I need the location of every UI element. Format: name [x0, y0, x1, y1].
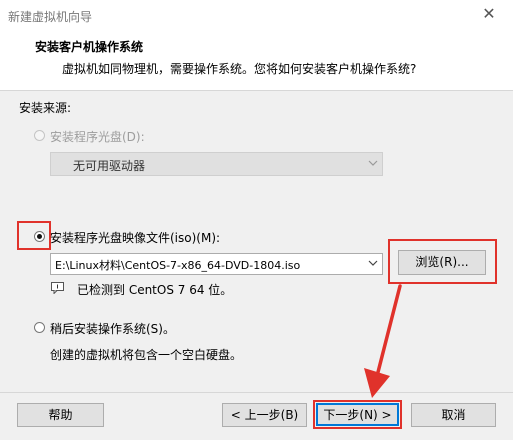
cancel-button[interactable]: 取消 [411, 403, 496, 427]
option-later-label: 稍后安装操作系统(S)。 [50, 322, 175, 336]
browse-button[interactable]: 浏览(R)... [398, 250, 486, 275]
radio-iso-image[interactable] [34, 231, 45, 242]
close-icon[interactable]: ✕ [478, 3, 500, 25]
help-button[interactable]: 帮助 [17, 403, 104, 427]
option-iso-label: 安装程序光盘映像文件(iso)(M): [50, 231, 221, 245]
page-subtitle: 虚拟机如同物理机，需要操作系统。您将如何安装客户机操作系统? [62, 62, 417, 76]
later-description: 创建的虚拟机将包含一个空白硬盘。 [50, 348, 243, 362]
iso-path-value: E:\Linux材料\CentOS-7-x86_64-DVD-1804.iso [55, 259, 301, 272]
page-title: 安装客户机操作系统 [35, 40, 144, 54]
iso-path-select[interactable]: E:\Linux材料\CentOS-7-x86_64-DVD-1804.iso [50, 253, 383, 275]
annotation-arrow-icon [364, 284, 402, 398]
radio-installer-disc[interactable] [34, 130, 45, 141]
source-label: 安装来源: [19, 101, 72, 115]
next-button[interactable]: 下一步(N) > [316, 403, 399, 426]
drive-select[interactable]: 无可用驱动器 [50, 152, 383, 176]
detect-message: 已检测到 CentOS 7 64 位。 [77, 283, 233, 297]
chevron-down-icon [368, 158, 378, 168]
drive-select-value: 无可用驱动器 [73, 159, 146, 173]
info-icon [51, 282, 65, 295]
radio-install-later[interactable] [34, 322, 45, 333]
chevron-down-icon [368, 258, 378, 268]
option-disc-label: 安装程序光盘(D): [50, 130, 145, 144]
wizard-header: 安装客户机操作系统 虚拟机如同物理机，需要操作系统。您将如何安装客户机操作系统? [0, 30, 513, 91]
footer-divider [0, 392, 513, 393]
window-title: 新建虚拟机向导 [8, 10, 93, 24]
back-button[interactable]: < 上一步(B) [222, 403, 307, 427]
